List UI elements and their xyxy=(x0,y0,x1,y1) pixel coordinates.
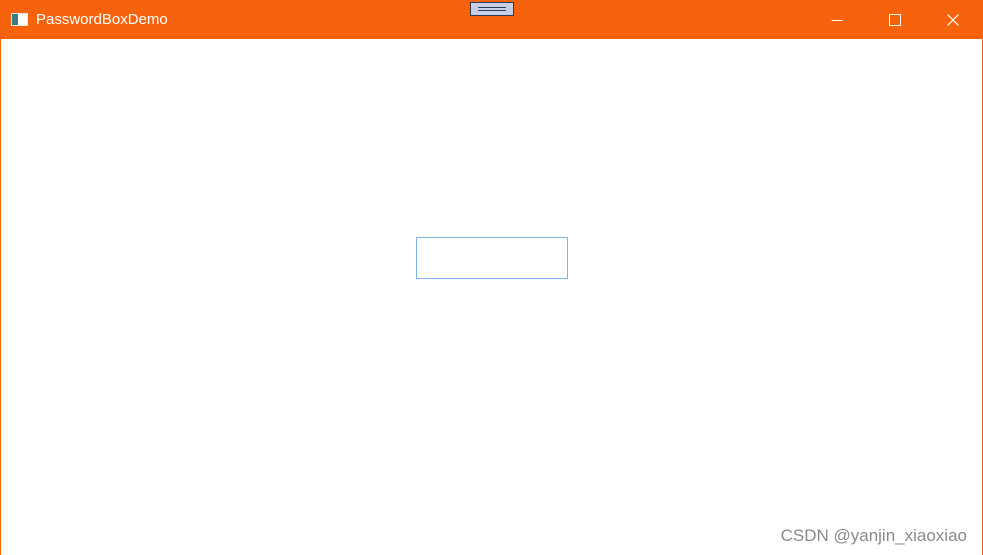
window-content xyxy=(1,39,982,555)
password-box[interactable] xyxy=(416,237,568,279)
minimize-button[interactable] xyxy=(808,0,866,39)
window-title: PasswordBoxDemo xyxy=(36,11,168,28)
drag-handle[interactable] xyxy=(470,2,514,16)
maximize-button[interactable] xyxy=(866,0,924,39)
title-bar[interactable]: PasswordBoxDemo xyxy=(1,0,982,39)
close-button[interactable] xyxy=(924,0,982,39)
close-icon xyxy=(947,13,959,26)
maximize-icon xyxy=(889,13,901,26)
minimize-icon xyxy=(831,19,843,21)
window-controls xyxy=(808,0,982,39)
app-window: PasswordBoxDemo CSDN @yanjin_xiaoxiao xyxy=(0,0,983,555)
window-app-icon xyxy=(11,13,28,26)
watermark: CSDN @yanjin_xiaoxiao xyxy=(780,526,967,545)
